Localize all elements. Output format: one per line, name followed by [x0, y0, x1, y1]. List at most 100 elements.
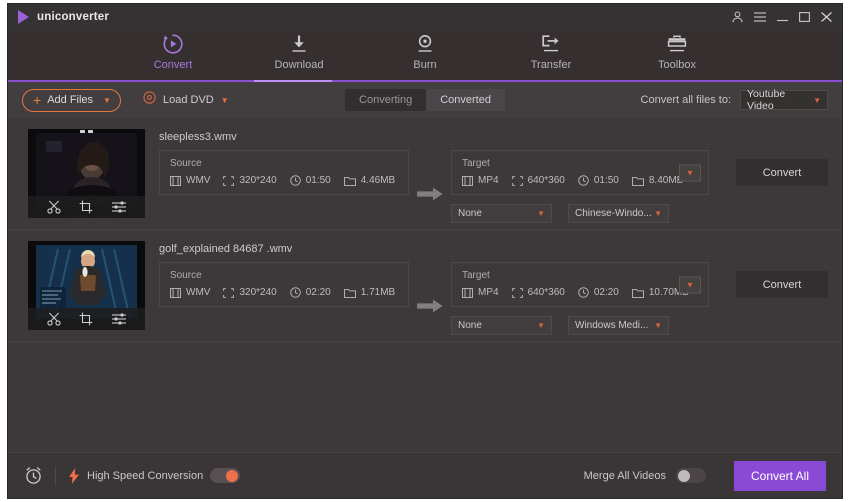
file-name: sleepless3.wmv	[159, 131, 237, 143]
clock-icon	[289, 175, 301, 186]
convert-all-to-label: Convert all files to:	[640, 94, 731, 106]
resolution-meta: 320*240	[223, 175, 277, 186]
app-window: uniconverter Convert Download Burn Trans…	[8, 4, 842, 498]
close-icon[interactable]	[821, 12, 832, 22]
format-value: MP4	[478, 287, 499, 298]
source-info: sleepless3.wmv Source WMV 320*240 01:50 …	[159, 129, 409, 195]
nav-label-burn: Burn	[413, 59, 437, 71]
duration-value: 01:50	[593, 175, 619, 186]
subtitle-dropdown[interactable]: None ▼	[451, 204, 552, 223]
clock-icon	[578, 287, 589, 298]
subtitle-value: None	[458, 320, 482, 331]
merge-label: Merge All Videos	[583, 469, 666, 482]
chevron-down-icon[interactable]: ▼	[221, 96, 229, 105]
audio-dropdown[interactable]: Windows Medi... ▼	[568, 316, 669, 335]
format-value: MP4	[478, 175, 499, 186]
resolution-value: 320*240	[239, 287, 277, 298]
window-controls	[732, 11, 836, 23]
account-icon[interactable]	[732, 11, 743, 23]
video-thumbnail[interactable]	[28, 129, 145, 218]
effect-icon[interactable]	[111, 200, 127, 214]
resolution-meta: 320*240	[223, 287, 277, 298]
convert-button[interactable]: Convert	[736, 159, 828, 186]
folder-icon	[343, 288, 356, 298]
convert-button[interactable]: Convert	[736, 271, 828, 298]
clock-icon	[578, 175, 589, 186]
target-format-dropdown[interactable]: ▼	[679, 164, 701, 181]
duration-meta: 02:20	[578, 287, 619, 298]
target-options: None ▼ Windows Medi... ▼	[451, 316, 709, 335]
tab-converting[interactable]: Converting	[345, 89, 427, 111]
audio-dropdown[interactable]: Chinese-Windo... ▼	[568, 204, 669, 223]
format-icon	[462, 175, 473, 186]
source-panel: Source WMV 320*240 01:50 4.46MB	[159, 150, 409, 195]
resolution-value: 320*240	[239, 175, 277, 186]
toggle-knob	[226, 469, 239, 482]
tab-converted[interactable]: Converted	[426, 89, 505, 111]
target-info: Target MP4 640*360 02:20 10.70MB ▼ None …	[451, 241, 709, 335]
download-icon	[288, 33, 310, 55]
source-meta-row: WMV 320*240 01:50 4.46MB	[170, 175, 398, 186]
chevron-down-icon[interactable]: ▼	[103, 96, 111, 105]
folder-icon	[631, 176, 644, 186]
audio-value: Windows Medi...	[575, 320, 649, 331]
nav-label-toolbox: Toolbox	[658, 59, 696, 71]
trim-icon[interactable]	[46, 312, 61, 326]
target-caption: Target	[462, 270, 490, 281]
clock-icon	[289, 287, 301, 298]
trim-icon[interactable]	[46, 200, 61, 214]
high-speed-conversion-group: High Speed Conversion	[68, 467, 241, 484]
add-files-button[interactable]: + Add Files ▼	[22, 88, 121, 112]
target-format-dropdown[interactable]: ▼	[679, 276, 701, 293]
merge-all-videos-group: Merge All Videos Convert All	[583, 460, 826, 491]
duration-value: 02:20	[305, 287, 331, 298]
nav-item-transfer[interactable]: Transfer	[514, 33, 588, 71]
duration-value: 01:50	[305, 175, 331, 186]
target-options: None ▼ Chinese-Windo... ▼	[451, 204, 709, 223]
target-caption: Target	[462, 158, 490, 169]
load-dvd-button[interactable]: Load DVD ▼	[143, 91, 229, 109]
video-thumbnail[interactable]	[28, 241, 145, 330]
convert-all-button[interactable]: Convert All	[734, 460, 826, 491]
size-value: 1.71MB	[360, 287, 396, 298]
arrow-right-icon	[417, 299, 443, 312]
menu-icon[interactable]	[754, 12, 766, 22]
nav-item-convert[interactable]: Convert	[136, 33, 210, 71]
chevron-down-icon: ▼	[813, 95, 821, 105]
alarm-clock-icon[interactable]	[24, 466, 43, 485]
convert-all-to-dropdown[interactable]: Youtube Video ▼	[740, 88, 828, 112]
file-row: golf_explained 84687 .wmv Source WMV 320…	[8, 230, 842, 342]
format-icon	[170, 287, 181, 298]
high-speed-toggle[interactable]	[210, 468, 241, 483]
lightning-icon	[69, 467, 79, 484]
size-meta: 4.46MB	[343, 175, 395, 186]
format-value: WMV	[186, 287, 211, 298]
chevron-down-icon: ▼	[537, 209, 545, 218]
source-caption: Source	[170, 158, 202, 169]
crop-icon[interactable]	[79, 200, 93, 214]
nav-item-download[interactable]: Download	[262, 33, 336, 71]
format-value: WMV	[186, 175, 211, 186]
subtitle-dropdown[interactable]: None ▼	[451, 316, 552, 335]
merge-toggle[interactable]	[676, 468, 706, 483]
format-meta: WMV	[170, 287, 210, 298]
nav-item-burn[interactable]: Burn	[388, 33, 462, 71]
duration-meta: 01:50	[578, 175, 619, 186]
file-name: golf_explained 84687 .wmv	[159, 243, 293, 255]
target-panel: Target MP4 640*360 01:50 8.40MB ▼	[451, 150, 709, 195]
conversion-arrow	[409, 149, 451, 238]
maximize-icon[interactable]	[799, 12, 810, 22]
resolution-icon	[223, 287, 235, 298]
chevron-down-icon: ▼	[654, 321, 662, 330]
target-meta-row: MP4 640*360 02:20 10.70MB	[462, 287, 698, 298]
duration-meta: 02:20	[289, 287, 331, 298]
nav-label-download: Download	[274, 59, 324, 71]
size-meta: 1.71MB	[343, 287, 396, 298]
crop-icon[interactable]	[79, 312, 93, 326]
nav-item-toolbox[interactable]: Toolbox	[640, 33, 714, 71]
format-meta: MP4	[462, 287, 499, 298]
add-files-label: Add Files	[47, 94, 94, 106]
format-meta: WMV	[170, 175, 210, 186]
effect-icon[interactable]	[111, 312, 127, 326]
minimize-icon[interactable]	[777, 12, 788, 22]
